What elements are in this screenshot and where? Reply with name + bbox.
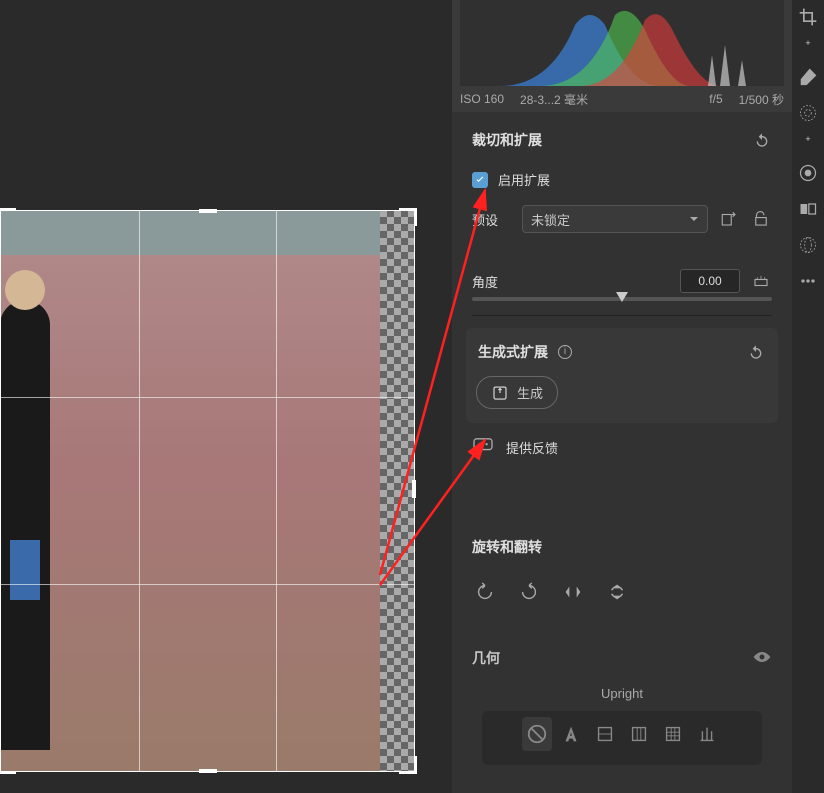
upright-off-button[interactable]	[522, 717, 552, 751]
crop-tool-icon[interactable]	[797, 6, 819, 28]
feedback-icon	[472, 437, 494, 458]
canvas-area	[0, 0, 452, 793]
eye-tool-icon[interactable]	[797, 162, 819, 184]
image-preview	[0, 210, 415, 772]
globe-tool-icon[interactable]	[797, 234, 819, 256]
rotate-cw-button[interactable]	[516, 579, 542, 605]
gen-panel-title: 生成式扩展	[478, 342, 548, 362]
upright-vertical-button[interactable]	[624, 717, 654, 751]
generative-expand-panel: 生成式扩展 i 生成	[466, 328, 778, 423]
reset-icon[interactable]	[752, 132, 772, 148]
angle-input[interactable]	[680, 269, 740, 293]
angle-slider-thumb[interactable]	[616, 292, 628, 302]
generate-button[interactable]: 生成	[476, 376, 558, 409]
person-silhouette	[0, 300, 50, 750]
histogram-graph	[460, 0, 784, 86]
crop-frame[interactable]	[0, 210, 415, 772]
preset-value: 未锁定	[531, 210, 570, 229]
upright-full-button[interactable]	[658, 717, 688, 751]
feedback-button[interactable]: 提供反馈	[452, 423, 792, 472]
rotate-ccw-button[interactable]	[472, 579, 498, 605]
visibility-icon[interactable]	[752, 650, 772, 667]
iso-value: ISO 160	[460, 92, 504, 106]
eraser-tool-icon[interactable]	[797, 66, 819, 88]
angle-slider[interactable]	[472, 297, 772, 301]
exif-info: ISO 160 28-3...2 毫米 f/5 1/500 秒	[460, 89, 784, 109]
straighten-icon[interactable]	[750, 270, 772, 292]
feedback-label: 提供反馈	[506, 438, 558, 457]
rotate-panel-title: 旋转和翻转	[472, 537, 542, 557]
shutter-value: 1/500 秒	[739, 91, 784, 108]
preset-select[interactable]: 未锁定	[522, 205, 708, 233]
properties-panel: ISO 160 28-3...2 毫米 f/5 1/500 秒 裁切和扩展 启用…	[452, 0, 792, 793]
compare-tool-icon[interactable]	[797, 198, 819, 220]
more-tool-icon[interactable]	[797, 270, 819, 292]
aperture-value: f/5	[709, 92, 722, 106]
swap-orientation-icon[interactable]	[718, 208, 740, 230]
preset-label: 预设	[472, 210, 512, 229]
crop-panel-title: 裁切和扩展	[472, 130, 542, 150]
upright-label: Upright	[452, 680, 792, 711]
geo-panel-title: 几何	[472, 648, 752, 668]
radial-tool-icon[interactable]	[797, 102, 819, 124]
info-icon[interactable]: i	[558, 345, 572, 359]
histogram[interactable]: ISO 160 28-3...2 毫米 f/5 1/500 秒	[452, 0, 792, 112]
transparent-extension	[380, 210, 415, 772]
upright-guided-button[interactable]	[692, 717, 722, 751]
focal-value: 28-3...2 毫米	[520, 91, 588, 108]
lock-icon[interactable]	[750, 208, 772, 230]
geometry-panel: 几何 Upright	[452, 636, 792, 765]
gen-reset-icon[interactable]	[746, 344, 766, 360]
generate-label: 生成	[517, 383, 543, 402]
flip-horizontal-button[interactable]	[560, 579, 586, 605]
right-toolbar: + +	[792, 0, 824, 793]
enable-expand-label: 启用扩展	[498, 170, 550, 189]
upright-level-button[interactable]	[590, 717, 620, 751]
angle-label: 角度	[472, 272, 670, 291]
upright-buttons	[482, 711, 762, 765]
upright-auto-button[interactable]	[556, 717, 586, 751]
rotate-flip-panel: 旋转和翻转	[452, 525, 792, 631]
crop-expand-panel: 裁切和扩展 启用扩展 预设 未锁定 角度	[452, 118, 792, 492]
flip-vertical-button[interactable]	[604, 579, 630, 605]
enable-expand-checkbox[interactable]	[472, 172, 488, 188]
